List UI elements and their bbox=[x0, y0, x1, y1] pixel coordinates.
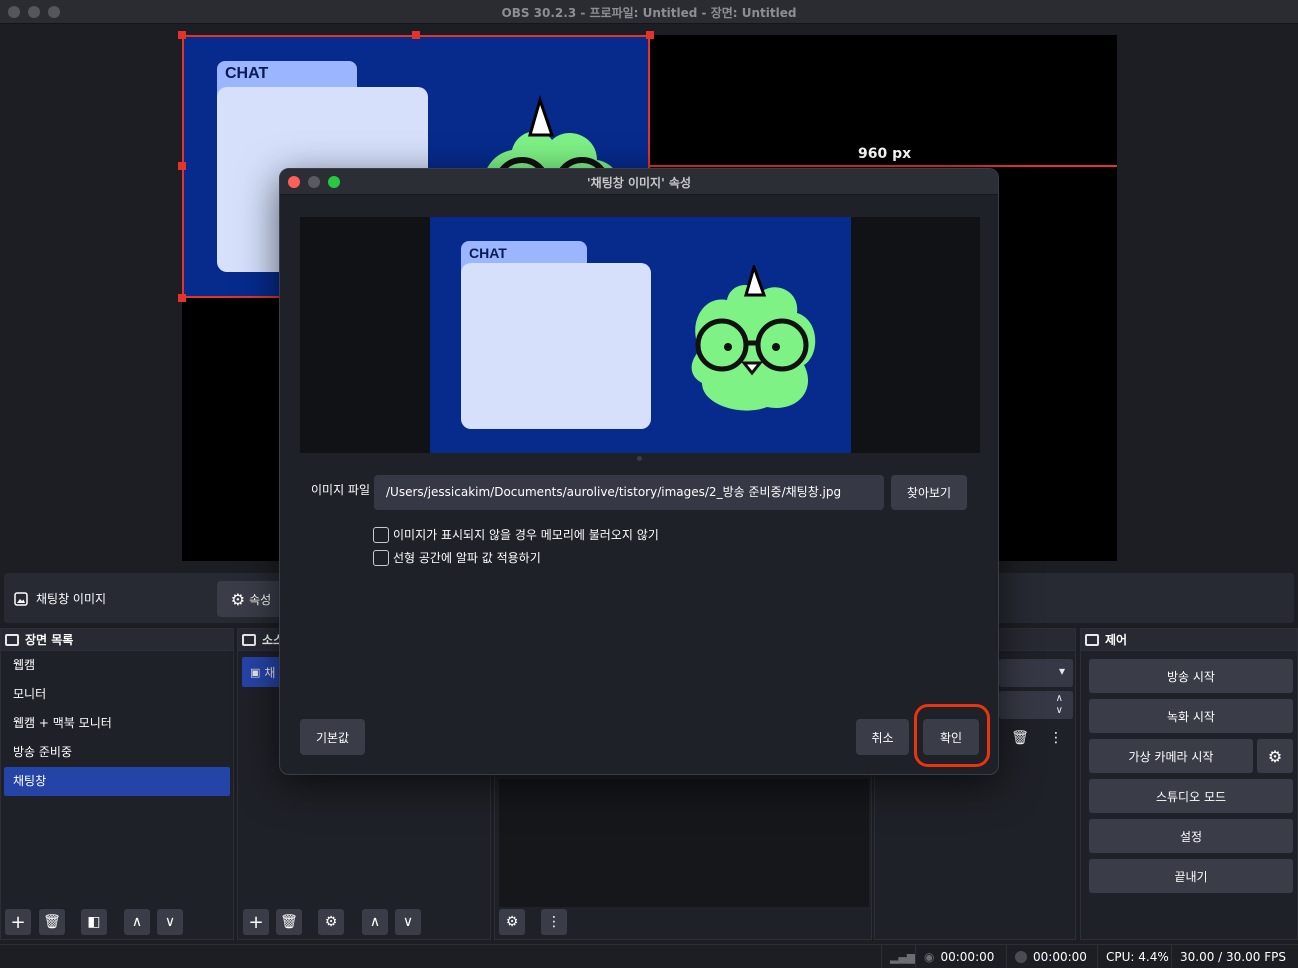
more-icon[interactable]: ⋮ bbox=[1043, 725, 1069, 751]
stepper-icon: ∧ ∨ bbox=[1055, 693, 1063, 716]
scene-item-active[interactable]: 채팅창 bbox=[4, 767, 230, 796]
scene-item[interactable]: 모니터 bbox=[1, 680, 233, 709]
resize-handle-l[interactable] bbox=[178, 162, 186, 170]
start-streaming-button[interactable]: 방송 시작 bbox=[1089, 659, 1293, 693]
source-item[interactable]: ▣ 채 bbox=[242, 657, 282, 687]
fps-status: 30.00 / 30.00 FPS bbox=[1171, 945, 1286, 968]
chat-tab-label: CHAT bbox=[469, 245, 507, 261]
linear-alpha-option-row[interactable]: 선형 공간에 알파 값 적용하기 bbox=[373, 549, 541, 566]
image-path-input[interactable]: /Users/jessicakim/Documents/aurolive/tis… bbox=[374, 475, 884, 510]
studio-mode-button[interactable]: 스튜디오 모드 bbox=[1089, 779, 1293, 813]
resize-handle-tr[interactable] bbox=[646, 31, 654, 39]
move-up-icon[interactable]: ∧ bbox=[362, 909, 388, 935]
chat-body-shape bbox=[461, 263, 651, 429]
properties-button[interactable]: ⚙ 속성 bbox=[217, 581, 285, 617]
resize-handle-t[interactable] bbox=[412, 31, 420, 39]
dialog-title: '채팅창 이미지' 속성 bbox=[586, 176, 692, 190]
mascot-icon bbox=[691, 265, 816, 411]
ok-highlight-annotation bbox=[914, 704, 990, 767]
properties-dialog: '채팅창 이미지' 속성 CHAT 이미지 파일 /Users/jessicak… bbox=[279, 168, 999, 775]
move-down-icon[interactable]: ∨ bbox=[157, 909, 183, 935]
virtual-camera-button[interactable]: 가상 카메라 시작 bbox=[1089, 739, 1253, 773]
controls-title: 제어 bbox=[1105, 633, 1128, 647]
image-icon bbox=[14, 591, 28, 606]
record-icon bbox=[1015, 951, 1027, 963]
trash-icon[interactable]: 🗑 bbox=[39, 909, 65, 935]
scene-item[interactable]: 웹캠 bbox=[1, 651, 233, 680]
trash-icon[interactable]: 🗑 bbox=[276, 909, 302, 935]
status-bar: ▂▄▆ ◉ 00:00:00 00:00:00 CPU: 4.4% 30.00 … bbox=[0, 944, 1298, 968]
cpu-status: CPU: 4.4% bbox=[1097, 945, 1169, 968]
scenes-header: 장면 목록 bbox=[1, 629, 233, 651]
distance-guide-line bbox=[650, 165, 1117, 167]
unload-option-row[interactable]: 이미지가 표시되지 않을 경우 메모리에 불러오지 않기 bbox=[373, 526, 659, 543]
dialog-preview-image: CHAT bbox=[430, 217, 851, 453]
broadcast-icon: ◉ bbox=[924, 950, 935, 964]
record-time: 00:00:00 bbox=[1033, 950, 1087, 964]
defaults-button[interactable]: 기본값 bbox=[300, 719, 365, 755]
resize-handle-bl[interactable] bbox=[178, 294, 186, 302]
properties-label: 속성 bbox=[249, 592, 272, 607]
selected-source: 채팅창 이미지 bbox=[14, 590, 106, 607]
filter-icon[interactable]: ◧ bbox=[81, 909, 107, 935]
window-title: OBS 30.2.3 - 프로파일: Untitled - 장면: Untitl… bbox=[501, 6, 797, 20]
linear-alpha-option-label: 선형 공간에 알파 값 적용하기 bbox=[393, 551, 541, 565]
unload-option-label: 이미지가 표시되지 않을 경우 메모리에 불러오지 않기 bbox=[393, 528, 659, 542]
image-file-label: 이미지 파일 bbox=[311, 483, 371, 497]
scenes-dock: 장면 목록 웹캠 모니터 웹캠 + 맥북 모니터 방송 준비중 채팅창 + 🗑 … bbox=[0, 628, 234, 940]
selected-source-name: 채팅창 이미지 bbox=[36, 592, 107, 606]
dock-icon bbox=[5, 633, 19, 646]
dock-icon bbox=[242, 633, 256, 646]
move-down-icon[interactable]: ∨ bbox=[395, 909, 421, 935]
signal-icon: ▂▄▆ bbox=[881, 945, 915, 968]
linear-alpha-checkbox[interactable] bbox=[373, 549, 389, 566]
duration-stepper[interactable]: ∧ ∨ bbox=[999, 691, 1073, 719]
cancel-button[interactable]: 취소 bbox=[856, 719, 909, 755]
image-icon: ▣ bbox=[250, 665, 261, 679]
scenes-title: 장면 목록 bbox=[25, 633, 74, 647]
splitter-handle[interactable] bbox=[637, 456, 642, 461]
dialog-preview: CHAT bbox=[300, 217, 980, 453]
gear-icon: ⚙ bbox=[230, 589, 246, 609]
dock-icon bbox=[1085, 633, 1099, 646]
transition-select[interactable]: ▾ bbox=[999, 659, 1073, 687]
trash-icon[interactable]: 🗑 bbox=[1007, 725, 1033, 751]
resize-handle-tl[interactable] bbox=[178, 31, 186, 39]
dialog-titlebar: '채팅창 이미지' 속성 bbox=[280, 169, 998, 195]
record-status: 00:00:00 bbox=[1006, 945, 1087, 968]
stream-status: ◉ 00:00:00 bbox=[915, 945, 994, 968]
add-source-button[interactable]: + bbox=[243, 909, 269, 935]
exit-button[interactable]: 끝내기 bbox=[1089, 859, 1293, 893]
controls-header: 제어 bbox=[1081, 629, 1297, 651]
scene-item[interactable]: 방송 준비중 bbox=[1, 738, 233, 767]
source-item-label: 채 bbox=[264, 665, 276, 680]
gear-icon[interactable]: ⚙ bbox=[499, 909, 525, 935]
start-recording-button[interactable]: 녹화 시작 bbox=[1089, 699, 1293, 733]
gear-icon[interactable]: ⚙ bbox=[1257, 739, 1293, 773]
chevron-down-icon: ▾ bbox=[1058, 664, 1065, 678]
browse-button[interactable]: 찾아보기 bbox=[891, 475, 967, 510]
unload-checkbox[interactable] bbox=[373, 526, 389, 543]
mixer-panel bbox=[499, 779, 869, 907]
settings-button[interactable]: 설정 bbox=[1089, 819, 1293, 853]
main-titlebar: OBS 30.2.3 - 프로파일: Untitled - 장면: Untitl… bbox=[0, 0, 1298, 24]
scene-item[interactable]: 웹캠 + 맥북 모니터 bbox=[1, 709, 233, 738]
distance-guide-label: 960 px bbox=[858, 146, 912, 162]
move-up-icon[interactable]: ∧ bbox=[124, 909, 150, 935]
gear-icon[interactable]: ⚙ bbox=[318, 909, 344, 935]
stream-time: 00:00:00 bbox=[940, 950, 995, 964]
controls-dock: 제어 방송 시작 녹화 시작 가상 카메라 시작 ⚙ 스튜디오 모드 설정 끝내… bbox=[1080, 628, 1298, 940]
more-icon[interactable]: ⋮ bbox=[541, 909, 567, 935]
add-scene-button[interactable]: + bbox=[5, 909, 31, 935]
